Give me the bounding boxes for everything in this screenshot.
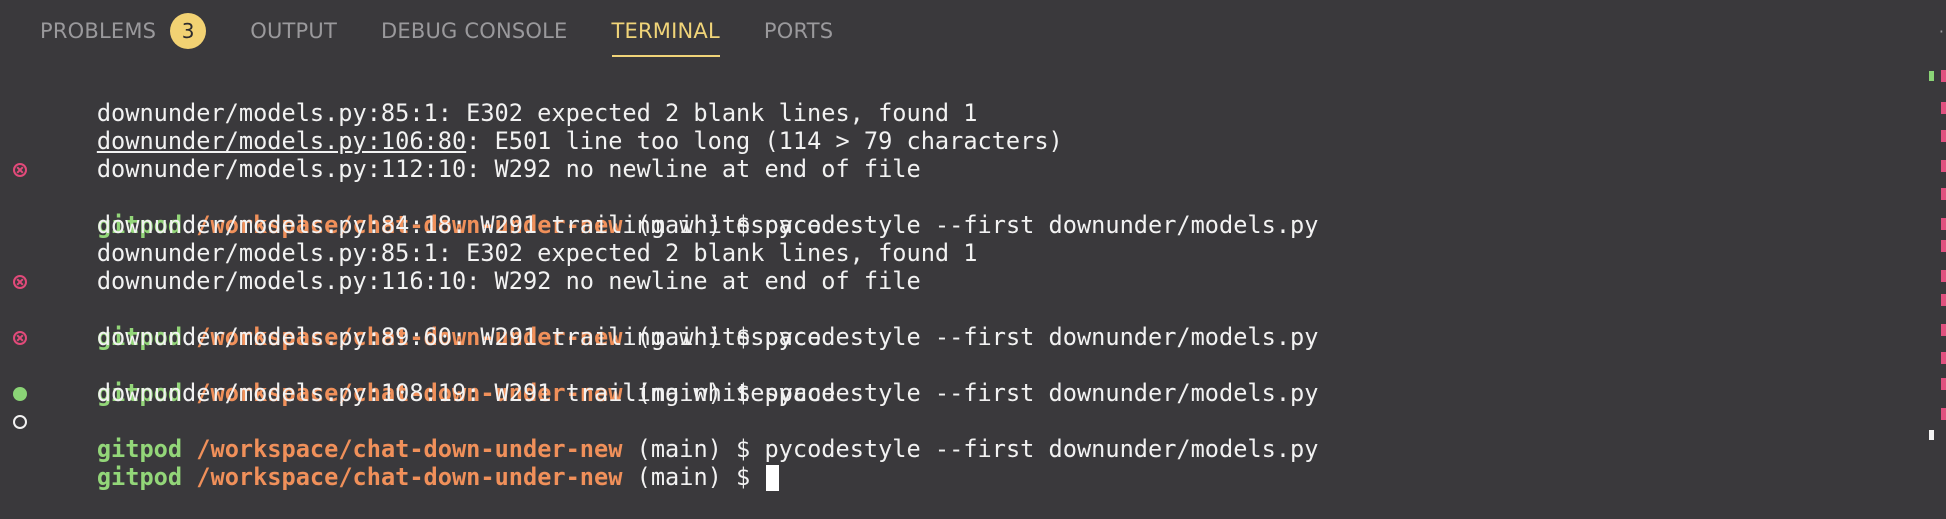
terminal-line: downunder/models.py:84:18: W291 trailing… xyxy=(0,183,1900,239)
terminal-line: downunder/models.py:89:60: W291 trailing… xyxy=(0,295,1900,351)
scrollbar-error-marker xyxy=(1941,408,1946,420)
scrollbar-error-marker xyxy=(1941,188,1946,200)
scrollbar-error-marker xyxy=(1941,130,1946,142)
scrollbar-success-marker xyxy=(1929,71,1934,81)
scrollbar-position-marker xyxy=(1929,430,1934,440)
terminal-line: downunder/models.py:85:1: E302 expected … xyxy=(0,71,1900,127)
scrollbar-error-marker xyxy=(1941,240,1946,252)
tab-debug-console-label: DEBUG CONSOLE xyxy=(381,19,568,43)
command-failed-icon[interactable] xyxy=(13,275,27,289)
tab-debug-console[interactable]: DEBUG CONSOLE xyxy=(381,0,568,62)
text-cursor xyxy=(766,465,780,491)
panel-overflow-icon: · xyxy=(1938,22,1944,41)
command-succeeded-icon[interactable] xyxy=(13,387,27,401)
scrollbar-error-marker xyxy=(1941,218,1946,230)
terminal-prompt-line: gitpod /workspace/chat-down-under-new (m… xyxy=(0,155,1900,239)
terminal-line: downunder/models.py:85:1: E302 expected … xyxy=(0,211,1900,267)
terminal-prompt-line-active[interactable]: gitpod /workspace/chat-down-under-new (m… xyxy=(0,407,1900,491)
command-failed-icon[interactable] xyxy=(13,163,27,177)
tab-ports[interactable]: PORTS xyxy=(764,0,833,62)
prompt-branch: (main) $ xyxy=(622,463,765,491)
terminal-prompt-line: gitpod /workspace/chat-down-under-new (m… xyxy=(0,379,1900,463)
tab-terminal[interactable]: TERMINAL xyxy=(611,0,721,62)
terminal-line: downunder/models.py:108:19: W291 trailin… xyxy=(0,351,1900,407)
prompt-branch: (main) $ xyxy=(622,435,765,463)
prompt-path: /workspace/chat-down-under-new xyxy=(196,463,623,491)
tab-output-label: OUTPUT xyxy=(250,19,338,43)
scrollbar-error-marker xyxy=(1941,324,1946,336)
scrollbar-error-marker xyxy=(1941,102,1946,114)
tab-problems[interactable]: PROBLEMS 3 xyxy=(40,0,207,62)
terminal-line: downunder/models.py:112:10: W292 no newl… xyxy=(0,127,1900,183)
scrollbar-error-marker xyxy=(1941,294,1946,306)
terminal-prompt-line: gitpod /workspace/chat-down-under-new (m… xyxy=(0,267,1900,351)
scrollbar-error-marker xyxy=(1941,352,1946,364)
prompt-path: /workspace/chat-down-under-new xyxy=(196,435,623,463)
problems-count-badge: 3 xyxy=(170,13,207,49)
prompt-user: gitpod xyxy=(96,463,183,491)
prompt-user: gitpod xyxy=(96,435,183,463)
scrollbar-error-marker xyxy=(1941,270,1946,282)
tab-output[interactable]: OUTPUT xyxy=(250,0,337,62)
terminal-scrollbar[interactable] xyxy=(1924,62,1946,448)
scrollbar-error-marker xyxy=(1941,378,1946,390)
command-failed-icon[interactable] xyxy=(13,331,27,345)
terminal-line: downunder/models.py:116:10: W292 no newl… xyxy=(0,239,1900,295)
prompt-command: pycodestyle --first downunder/models.py xyxy=(764,435,1319,463)
panel-tab-bar: PROBLEMS 3 OUTPUT DEBUG CONSOLE TERMINAL… xyxy=(0,0,1946,62)
tab-terminal-label: TERMINAL xyxy=(611,19,720,43)
tab-ports-label: PORTS xyxy=(763,19,834,43)
terminal-output[interactable]: downunder/models.py:85:1: E302 expected … xyxy=(0,71,1900,491)
terminal-prompt-line: gitpod /workspace/chat-down-under-new (m… xyxy=(0,323,1900,407)
current-command-icon xyxy=(13,415,27,429)
tab-problems-label: PROBLEMS xyxy=(40,19,157,43)
scrollbar-error-marker xyxy=(1941,160,1946,172)
terminal-line: downunder/models.py:106:80: E501 line to… xyxy=(0,99,1900,155)
scrollbar-error-marker xyxy=(1941,70,1946,82)
